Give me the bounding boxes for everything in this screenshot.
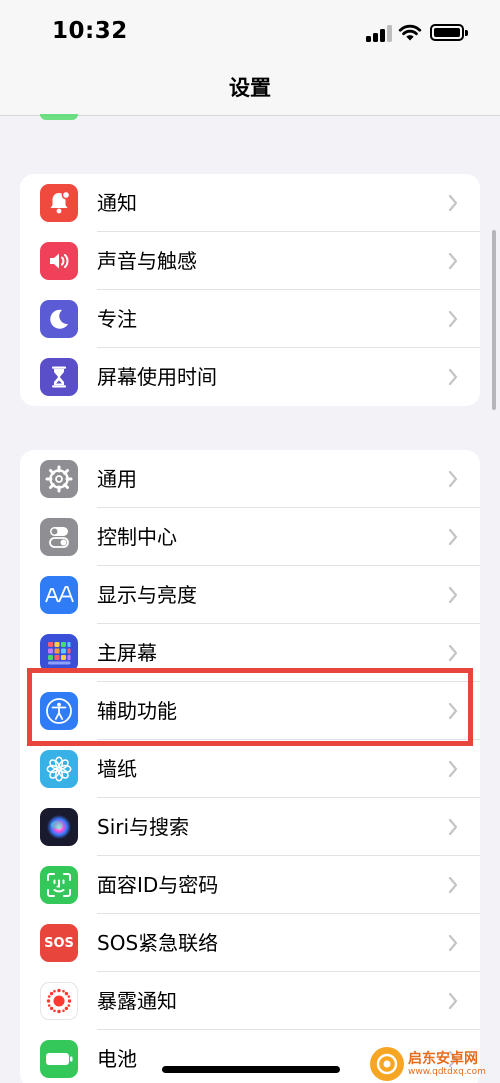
settings-row-label: 暴露通知 xyxy=(97,989,177,1013)
settings-row-siri-search[interactable]: Siri与搜索 xyxy=(20,798,480,856)
chevron-right-icon xyxy=(448,934,458,952)
settings-row-label: 显示与亮度 xyxy=(97,583,197,607)
settings-row-label: 面容ID与密码 xyxy=(97,873,219,897)
wifi-icon xyxy=(398,24,422,41)
chevron-right-icon xyxy=(448,992,458,1010)
settings-row-general[interactable]: 通用 xyxy=(20,450,480,508)
settings-row-label: 墙纸 xyxy=(97,757,137,781)
settings-row-control-center[interactable]: 控制中心 xyxy=(20,508,480,566)
cellular-signal-icon xyxy=(366,25,392,42)
sos-icon: SOS xyxy=(40,924,78,962)
chevron-right-icon xyxy=(448,310,458,328)
moon-icon xyxy=(40,300,78,338)
siri-orb-icon xyxy=(40,808,78,846)
settings-group-1: 通知 声音与触感 专注 屏幕使用时间 xyxy=(20,174,480,406)
face-id-icon xyxy=(40,866,78,904)
settings-row-label: 控制中心 xyxy=(97,525,177,549)
chevron-right-icon xyxy=(448,470,458,488)
settings-row-label: 屏幕使用时间 xyxy=(97,365,217,389)
status-time: 10:32 xyxy=(52,18,128,44)
chevron-right-icon xyxy=(448,876,458,894)
settings-row-wallpaper[interactable]: 墙纸 xyxy=(20,740,480,798)
battery-status-icon xyxy=(430,24,468,41)
chevron-right-icon xyxy=(448,368,458,386)
sos-icon-text: SOS xyxy=(44,935,74,951)
settings-row-notifications[interactable]: 通知 xyxy=(20,174,480,232)
home-indicator[interactable] xyxy=(162,1066,340,1073)
battery-icon xyxy=(40,1040,78,1078)
highlight-annotation-box xyxy=(27,668,473,746)
chevron-right-icon xyxy=(448,528,458,546)
app-grid-icon xyxy=(40,634,78,672)
settings-group-2: 通用 控制中心 显示与亮度 主屏幕 辅助功能 墙纸 Siri与搜索 面容ID与密… xyxy=(20,450,480,1083)
chevron-right-icon xyxy=(448,194,458,212)
watermark-logo-icon xyxy=(370,1047,404,1081)
chevron-right-icon xyxy=(448,818,458,836)
toggle-switches-icon xyxy=(40,518,78,556)
status-bar: 10:32 xyxy=(0,0,500,66)
flower-icon xyxy=(40,750,78,788)
watermark-name: 启东安卓网 xyxy=(408,1050,478,1067)
chevron-right-icon xyxy=(448,760,458,778)
scroll-indicator[interactable] xyxy=(492,230,496,410)
settings-row-label: 声音与触感 xyxy=(97,249,197,273)
watermark: 启东安卓网 www.qdtdxq.com xyxy=(370,1045,500,1083)
settings-row-exposure-notifications[interactable]: 暴露通知 xyxy=(20,972,480,1030)
settings-row-label: 通知 xyxy=(97,191,137,215)
previous-row-icon-peek xyxy=(40,114,78,120)
settings-row-label: 电池 xyxy=(97,1047,137,1071)
hourglass-icon xyxy=(40,358,78,396)
settings-row-label: SOS紧急联络 xyxy=(97,931,219,955)
exposure-dots-icon xyxy=(40,982,78,1020)
settings-row-label: 通用 xyxy=(97,467,137,491)
watermark-url: www.qdtdxq.com xyxy=(408,1066,486,1077)
text-size-aa-icon xyxy=(40,576,78,614)
navigation-bar: 设置 xyxy=(0,66,500,116)
settings-row-screen-time[interactable]: 屏幕使用时间 xyxy=(20,348,480,406)
chevron-right-icon xyxy=(448,252,458,270)
settings-row-display-brightness[interactable]: 显示与亮度 xyxy=(20,566,480,624)
settings-row-label: 专注 xyxy=(97,307,137,331)
speaker-icon xyxy=(40,242,78,280)
chevron-right-icon xyxy=(448,586,458,604)
notification-bell-icon xyxy=(40,184,78,222)
settings-row-focus[interactable]: 专注 xyxy=(20,290,480,348)
gear-icon xyxy=(40,460,78,498)
chevron-right-icon xyxy=(448,644,458,662)
settings-row-sounds[interactable]: 声音与触感 xyxy=(20,232,480,290)
settings-row-emergency-sos[interactable]: SOS SOS紧急联络 xyxy=(20,914,480,972)
page-title: 设置 xyxy=(229,76,271,100)
settings-row-face-id[interactable]: 面容ID与密码 xyxy=(20,856,480,914)
settings-row-label: Siri与搜索 xyxy=(97,815,190,839)
